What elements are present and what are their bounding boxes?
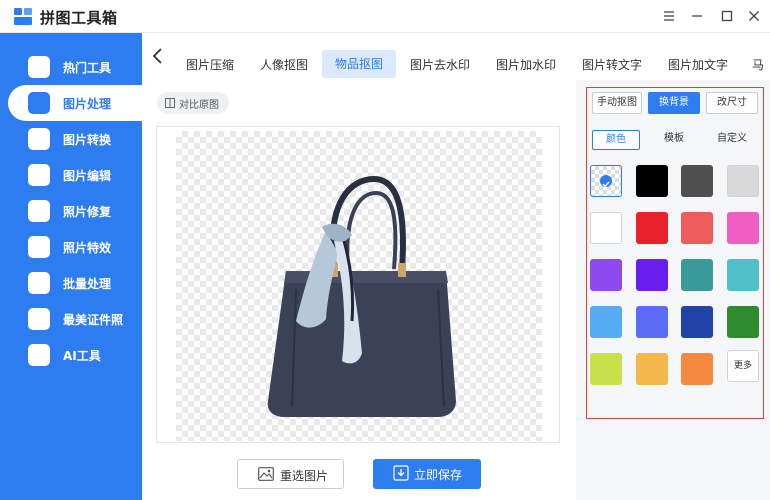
sidebar-item-label: 热门工具 xyxy=(63,61,112,75)
hot-tools-icon xyxy=(28,56,50,78)
minimize-button[interactable] xyxy=(684,4,710,28)
color-swatch[interactable] xyxy=(635,306,668,338)
close-button[interactable] xyxy=(741,4,767,28)
image-convert-icon xyxy=(28,128,50,150)
menu-button[interactable] xyxy=(656,4,682,28)
subtab-color[interactable]: 颜色 xyxy=(592,130,640,150)
sidebar-item-id-photo[interactable]: 最美证件照 xyxy=(0,301,142,337)
download-icon xyxy=(393,465,409,481)
id-photo-icon xyxy=(28,308,50,330)
color-swatch[interactable] xyxy=(590,212,622,244)
photo-repair-icon xyxy=(28,200,50,222)
image-icon xyxy=(258,467,274,481)
sidebar: 热门工具 图片处理 图片转换 图片编辑 照片修复 照片特效 批量处理 最美证件照… xyxy=(0,33,142,500)
batch-process-icon xyxy=(28,272,50,294)
tab-add-text[interactable]: 图片加文字 xyxy=(662,53,734,77)
sidebar-item-label: AI工具 xyxy=(63,349,101,363)
more-colors-button[interactable]: 更多 xyxy=(727,350,759,382)
reselect-label: 重选图片 xyxy=(280,469,329,483)
sidebar-item-photo-effect[interactable]: 照片特效 xyxy=(0,229,142,265)
color-swatch[interactable] xyxy=(681,165,713,197)
save-label: 立即保存 xyxy=(414,468,463,482)
color-swatch[interactable] xyxy=(590,259,622,291)
tab-object-cutout[interactable]: 物品抠图 xyxy=(322,50,396,78)
sidebar-item-label: 图片转换 xyxy=(63,133,112,147)
minimize-icon xyxy=(692,15,702,17)
title-bar: 拼图工具箱 xyxy=(0,0,770,33)
menu-icon xyxy=(664,11,674,21)
sidebar-item-image-convert[interactable]: 图片转换 xyxy=(0,121,142,157)
color-swatch[interactable] xyxy=(635,165,668,197)
tab-image-to-text[interactable]: 图片转文字 xyxy=(576,53,648,77)
image-process-icon xyxy=(28,92,50,114)
sidebar-item-image-edit[interactable]: 图片编辑 xyxy=(0,157,142,193)
manual-cutout-button[interactable]: 手动抠图 xyxy=(592,92,642,114)
color-swatch[interactable] xyxy=(681,259,713,291)
color-swatch[interactable] xyxy=(726,212,759,244)
sidebar-item-photo-repair[interactable]: 照片修复 xyxy=(0,193,142,229)
compare-original-button[interactable]: 对比原图 xyxy=(157,92,229,114)
reselect-image-button[interactable]: 重选图片 xyxy=(237,459,344,489)
sidebar-item-label: 照片修复 xyxy=(63,205,112,219)
compare-label: 对比原图 xyxy=(179,100,219,111)
color-swatch[interactable] xyxy=(726,259,759,291)
swatch-transparent[interactable] xyxy=(590,165,622,197)
sidebar-item-hot-tools[interactable]: 热门工具 xyxy=(0,49,142,85)
tab-image-compress[interactable]: 图片压缩 xyxy=(178,53,242,77)
subtab-template[interactable]: 模板 xyxy=(650,130,698,150)
image-canvas xyxy=(156,126,560,443)
resize-button[interactable]: 改尺寸 xyxy=(706,92,758,114)
tab-add-watermark[interactable]: 图片加水印 xyxy=(490,53,562,77)
sidebar-item-label: 最美证件照 xyxy=(63,313,124,327)
color-swatch[interactable] xyxy=(590,353,622,385)
save-now-button[interactable]: 立即保存 xyxy=(373,459,481,489)
color-swatch[interactable] xyxy=(590,306,622,338)
subtab-custom[interactable]: 自定义 xyxy=(708,130,756,150)
close-icon xyxy=(749,11,759,21)
change-background-button[interactable]: 换背景 xyxy=(648,92,700,114)
maximize-button[interactable] xyxy=(714,4,740,28)
sidebar-item-label: 图片处理 xyxy=(63,97,112,111)
transparent-background xyxy=(176,131,542,441)
color-swatch[interactable] xyxy=(635,259,668,291)
chevron-left-icon[interactable] xyxy=(150,47,166,65)
handbag-image xyxy=(267,175,456,417)
sidebar-item-label: 图片编辑 xyxy=(63,169,112,183)
sidebar-item-ai-tools[interactable]: AI工具 xyxy=(0,337,142,373)
sidebar-item-batch-process[interactable]: 批量处理 xyxy=(0,265,142,301)
color-swatch[interactable] xyxy=(681,353,713,385)
sidebar-item-label: 照片特效 xyxy=(63,241,112,255)
app-logo-icon xyxy=(14,8,32,25)
sidebar-item-label: 批量处理 xyxy=(63,277,112,291)
maximize-icon xyxy=(721,10,733,22)
tool-tabs: 图片压缩 人像抠图 物品抠图 图片去水印 图片加水印 图片转文字 图片加文字 马 xyxy=(142,33,770,80)
tab-portrait-cutout[interactable]: 人像抠图 xyxy=(252,53,316,77)
color-swatch[interactable] xyxy=(726,165,759,197)
checkmark-icon xyxy=(600,175,612,188)
tab-more-truncated[interactable]: 马 xyxy=(748,53,768,77)
color-swatch[interactable] xyxy=(726,306,759,338)
image-edit-icon xyxy=(28,164,50,186)
photo-effect-icon xyxy=(28,236,50,258)
color-swatch[interactable] xyxy=(635,353,668,385)
tab-remove-watermark[interactable]: 图片去水印 xyxy=(404,53,476,77)
color-swatch[interactable] xyxy=(635,212,668,244)
compare-icon xyxy=(165,98,175,108)
color-swatch[interactable] xyxy=(681,212,713,244)
sidebar-item-image-process[interactable]: 图片处理 xyxy=(8,85,142,121)
color-swatch[interactable] xyxy=(681,306,713,338)
ai-tools-icon xyxy=(28,344,50,366)
app-title: 拼图工具箱 xyxy=(40,9,118,27)
